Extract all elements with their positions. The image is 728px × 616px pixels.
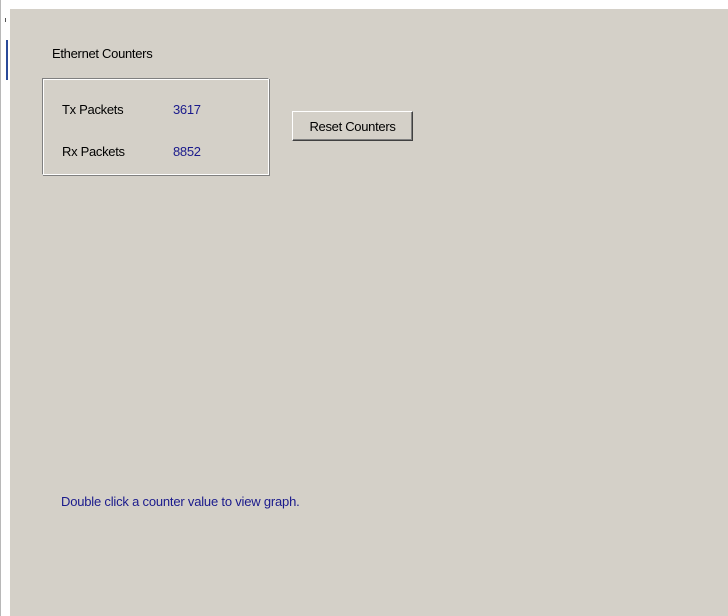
window-left-border <box>0 0 1 616</box>
ethernet-counters-title: Ethernet Counters <box>52 46 153 61</box>
ethernet-counters-group <box>42 78 269 175</box>
window-edge-accent <box>6 40 8 80</box>
window-edge-mark <box>5 18 6 22</box>
tx-packets-label: Tx Packets <box>62 102 124 117</box>
screen: Ethernet Counters Tx Packets 3617 Rx Pac… <box>0 0 728 616</box>
graph-hint-text: Double click a counter value to view gra… <box>61 494 300 509</box>
rx-packets-label: Rx Packets <box>62 144 125 159</box>
rx-packets-value[interactable]: 8852 <box>173 144 201 159</box>
tx-packets-value[interactable]: 3617 <box>173 102 201 117</box>
reset-counters-button[interactable]: Reset Counters <box>292 111 413 141</box>
